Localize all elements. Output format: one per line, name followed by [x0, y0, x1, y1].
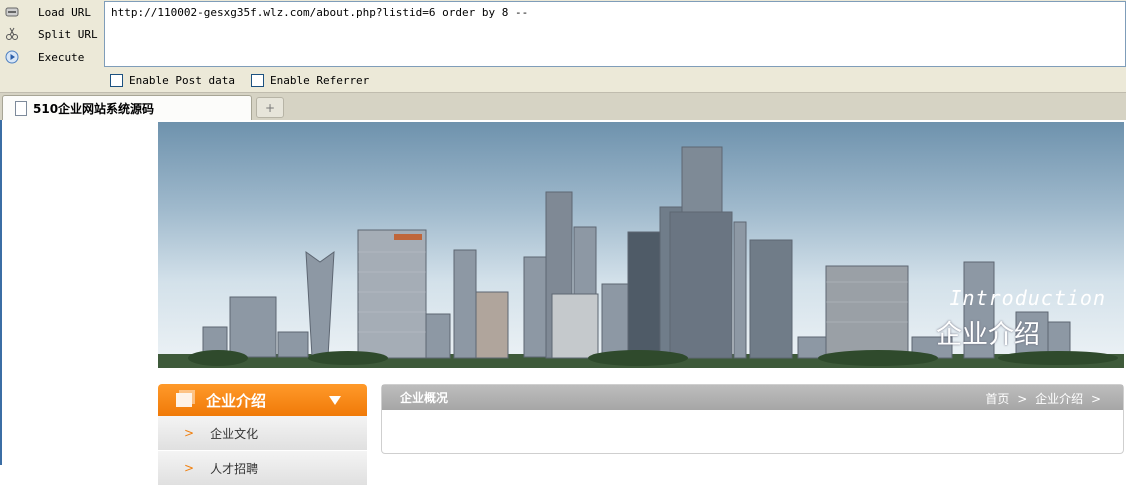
referrer-checkbox-box[interactable]	[250, 73, 264, 87]
stack-icon	[176, 393, 192, 407]
url-input[interactable]: http://110002-gesxg35f.wlz.com/about.php…	[104, 1, 1126, 67]
banner-image: Introduction 企业介绍	[158, 122, 1124, 368]
breadcrumb-home-link[interactable]: 首页	[985, 392, 1009, 406]
sidebar-item-recruitment[interactable]: > 人才招聘	[158, 451, 367, 486]
referrer-label: Enable Referrer	[269, 73, 370, 87]
sidebar-item-label: 人才招聘	[210, 461, 259, 476]
hackbar-options: Enable Post data Enable Referrer	[110, 70, 385, 90]
content-panel: 企业概况 首页 > 企业介绍 >	[381, 384, 1124, 454]
post-data-checkbox-box[interactable]	[110, 73, 123, 87]
load-url-icon	[4, 4, 20, 20]
referrer-checkbox[interactable]: Enable Referrer	[250, 73, 370, 87]
new-tab-button[interactable]: +	[256, 97, 284, 118]
post-data-checkbox[interactable]: Enable Post data	[110, 73, 235, 87]
web-page: Introduction 企业介绍 企业介绍 > 企业文化 > 人才招聘 企业概…	[0, 120, 1126, 486]
banner-chinese-title: 企业介绍	[935, 320, 1040, 350]
page-icon	[15, 100, 27, 116]
sidebar-title: 企业介绍	[206, 391, 267, 410]
triangle-down-icon	[329, 396, 341, 405]
hackbar-actions: Load URL Split URL Execute	[0, 0, 104, 68]
load-url-button[interactable]: Load URL	[0, 1, 104, 23]
execute-label: Execute	[38, 50, 85, 64]
content-header: 企业概况 首页 > 企业介绍 >	[382, 385, 1123, 410]
content-title: 企业概况	[400, 391, 449, 405]
browser-tab-bar: 510企业网站系统源码 +	[0, 92, 1126, 120]
split-url-button[interactable]: Split URL	[0, 23, 104, 45]
breadcrumb: 首页 > 企业介绍 >	[981, 390, 1101, 407]
sidebar-header: 企业介绍	[158, 384, 367, 416]
scissors-icon	[4, 26, 20, 42]
sidebar-item-culture[interactable]: > 企业文化	[158, 416, 367, 451]
tab-title: 510企业网站系统源码	[33, 101, 155, 116]
load-url-label: Load URL	[38, 5, 91, 19]
split-url-label: Split URL	[38, 27, 98, 41]
post-data-label: Enable Post data	[129, 73, 235, 87]
arrow-right-icon: >	[184, 461, 195, 475]
tab-active[interactable]: 510企业网站系统源码	[2, 95, 252, 120]
plus-icon: +	[264, 100, 276, 115]
hackbar-panel: Load URL Split URL Execute http://110002…	[0, 0, 1126, 92]
sidebar-item-label: 企业文化	[210, 426, 259, 441]
banner-english-title: Introduction	[949, 286, 1106, 310]
execute-button[interactable]: Execute	[0, 46, 104, 68]
breadcrumb-separator: >	[1017, 392, 1028, 406]
breadcrumb-separator: >	[1090, 392, 1101, 406]
play-icon	[4, 49, 20, 65]
arrow-right-icon: >	[184, 426, 195, 440]
breadcrumb-current-link[interactable]: 企业介绍	[1035, 392, 1083, 406]
